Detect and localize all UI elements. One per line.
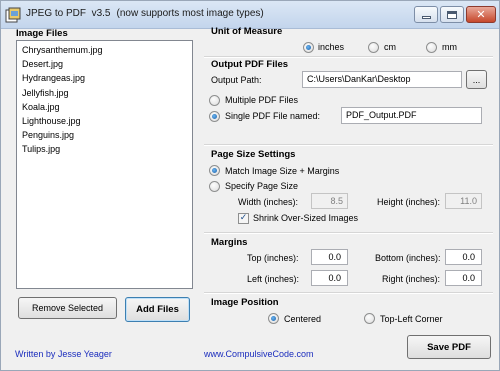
file-list-item[interactable]: Penguins.jpg bbox=[22, 130, 74, 140]
close-button[interactable]: ✕ bbox=[466, 6, 496, 23]
minimize-button[interactable] bbox=[414, 6, 438, 23]
separator bbox=[204, 232, 493, 234]
unit-mm-label: mm bbox=[442, 42, 457, 52]
maximize-icon bbox=[447, 10, 457, 19]
file-list-item[interactable]: Desert.jpg bbox=[22, 59, 63, 69]
remove-selected-button[interactable]: Remove Selected bbox=[18, 297, 117, 319]
save-pdf-button[interactable]: Save PDF bbox=[407, 335, 491, 359]
separator bbox=[204, 144, 493, 146]
file-list-item[interactable]: Chrysanthemum.jpg bbox=[22, 45, 103, 55]
image-files-heading: Image Files bbox=[16, 28, 68, 39]
specify-page-size-label: Specify Page Size bbox=[225, 181, 299, 191]
output-path-field[interactable]: C:\Users\DanKar\Desktop bbox=[302, 71, 462, 88]
margin-right-label: Right (inches): bbox=[382, 274, 441, 284]
shrink-oversized-checkbox[interactable]: ✓ bbox=[238, 213, 249, 224]
single-pdf-radio[interactable] bbox=[209, 111, 220, 122]
browse-button[interactable]: ... bbox=[466, 70, 487, 89]
margin-bottom-label: Bottom (inches): bbox=[375, 253, 441, 263]
position-top-left-radio[interactable] bbox=[364, 313, 375, 324]
file-list-item[interactable]: Koala.jpg bbox=[22, 102, 60, 112]
app-window: JPEG to PDF v3.5 (now supports most image… bbox=[0, 0, 500, 371]
add-files-button[interactable]: Add Files bbox=[125, 297, 190, 322]
unit-cm-radio[interactable] bbox=[368, 42, 379, 53]
author-link[interactable]: Written by Jesse Yeager bbox=[15, 349, 112, 359]
width-field[interactable]: 8.5 bbox=[311, 193, 348, 209]
image-position-heading: Image Position bbox=[211, 297, 279, 308]
separator bbox=[204, 292, 493, 294]
match-image-size-label: Match Image Size + Margins bbox=[225, 166, 340, 176]
margin-right-field[interactable]: 0.0 bbox=[445, 270, 482, 286]
margin-top-label: Top (inches): bbox=[247, 253, 299, 263]
position-top-left-label: Top-Left Corner bbox=[380, 314, 443, 324]
margins-heading: Margins bbox=[211, 237, 248, 248]
file-list-item[interactable]: Hydrangeas.jpg bbox=[22, 73, 85, 83]
margin-bottom-field[interactable]: 0.0 bbox=[445, 249, 482, 265]
minimize-icon bbox=[421, 16, 431, 19]
width-label: Width (inches): bbox=[238, 197, 299, 207]
close-icon: ✕ bbox=[476, 8, 486, 21]
multiple-pdf-radio[interactable] bbox=[209, 95, 220, 106]
file-list-item[interactable]: Jellyfish.jpg bbox=[22, 88, 69, 98]
unit-heading: Unit of Measure bbox=[211, 26, 283, 37]
image-file-list[interactable]: Chrysanthemum.jpg Desert.jpg Hydrangeas.jp… bbox=[16, 40, 193, 289]
maximize-button[interactable] bbox=[440, 6, 464, 23]
height-field[interactable]: 11.0 bbox=[445, 193, 482, 209]
unit-cm-label: cm bbox=[384, 42, 396, 52]
separator bbox=[204, 56, 493, 58]
file-list-item[interactable]: Tulips.jpg bbox=[22, 144, 60, 154]
single-pdf-name-field[interactable]: PDF_Output.PDF bbox=[341, 107, 482, 124]
match-image-size-radio[interactable] bbox=[209, 165, 220, 176]
check-mark-icon: ✓ bbox=[239, 213, 248, 223]
app-subtitle: (now supports most image types) bbox=[116, 8, 264, 19]
margin-left-field[interactable]: 0.0 bbox=[311, 270, 348, 286]
app-name: JPEG to PDF v3.5 bbox=[26, 8, 111, 19]
output-heading: Output PDF Files bbox=[211, 59, 289, 70]
app-icon bbox=[5, 7, 21, 23]
page-size-heading: Page Size Settings bbox=[211, 149, 296, 160]
single-pdf-label: Single PDF File named: bbox=[225, 111, 321, 121]
position-centered-radio[interactable] bbox=[268, 313, 279, 324]
multiple-pdf-label: Multiple PDF Files bbox=[225, 95, 299, 105]
specify-page-size-radio[interactable] bbox=[209, 181, 220, 192]
height-label: Height (inches): bbox=[377, 197, 441, 207]
unit-inches-radio[interactable] bbox=[303, 42, 314, 53]
shrink-oversized-label: Shrink Over-Sized Images bbox=[253, 213, 359, 223]
unit-inches-label: inches bbox=[318, 42, 345, 52]
margin-top-field[interactable]: 0.0 bbox=[311, 249, 348, 265]
window-title: JPEG to PDF v3.5 (now supports most image… bbox=[26, 8, 264, 19]
file-list-item[interactable]: Lighthouse.jpg bbox=[22, 116, 81, 126]
website-link[interactable]: www.CompulsiveCode.com bbox=[204, 349, 314, 359]
margin-left-label: Left (inches): bbox=[247, 274, 300, 284]
unit-mm-radio[interactable] bbox=[426, 42, 437, 53]
output-path-label: Output Path: bbox=[211, 75, 262, 85]
title-bar[interactable]: JPEG to PDF v3.5 (now supports most image… bbox=[1, 1, 499, 29]
position-centered-label: Centered bbox=[284, 314, 322, 324]
